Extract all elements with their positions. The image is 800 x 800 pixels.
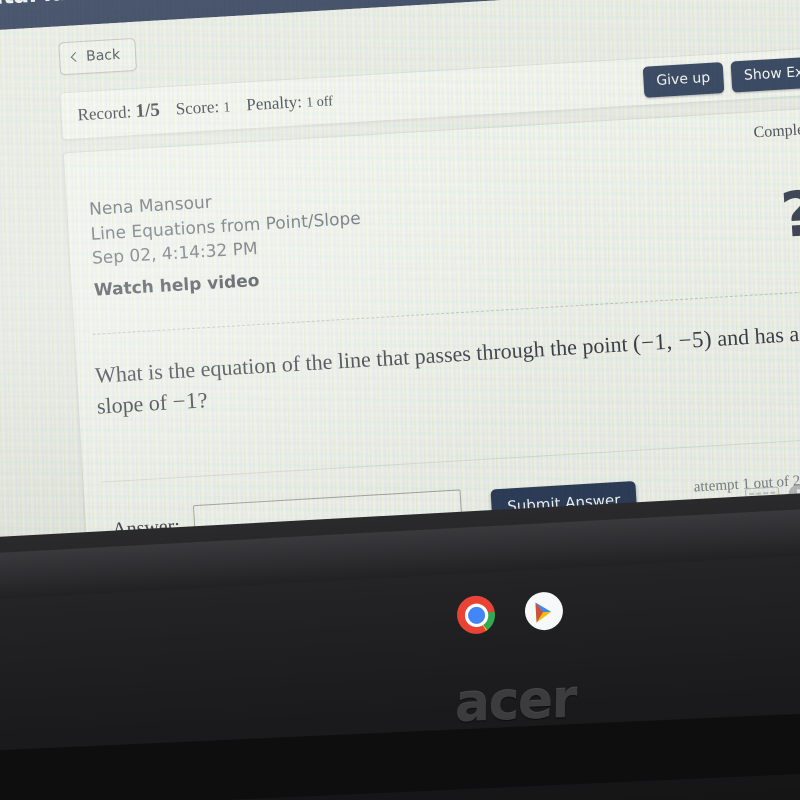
record-label: Record: <box>76 102 132 125</box>
chevron-left-icon <box>70 51 81 62</box>
question-text: What is the equation of the line that pa… <box>94 317 800 422</box>
back-button[interactable]: Back <box>58 37 138 76</box>
show-example-button[interactable]: Show Ex <box>730 56 800 93</box>
complete-status-label: Complete <box>753 120 800 142</box>
question-text-part3: slope of <box>96 389 168 419</box>
question-mark-icon[interactable]: ? <box>779 177 800 252</box>
question-text-part2: and has a <box>716 321 800 351</box>
penalty-value: 1 off <box>305 94 334 111</box>
record-value: 1/5 <box>134 99 161 122</box>
question-slope-value: −1 <box>171 387 199 415</box>
photo-of-chromebook-screen: acer DeltaMath Back <box>0 0 800 800</box>
score-label: Score: <box>175 97 220 119</box>
status-bar-text: Record: 1/5 Score: 1 Penalty: 1 off <box>77 89 333 126</box>
google-play-icon[interactable] <box>523 591 564 632</box>
penalty-label: Penalty: <box>245 92 303 115</box>
problem-meta: Nena Mansour Line Equations from Point/S… <box>89 182 365 303</box>
chrome-icon[interactable] <box>456 594 497 635</box>
question-text-part1: What is the equation of the line that pa… <box>94 331 629 388</box>
back-button-label: Back <box>85 46 121 65</box>
play-triangle-glyph <box>533 601 554 623</box>
top-action-buttons: Give up Show Ex <box>642 56 800 98</box>
app-title: DeltaMath <box>0 0 93 12</box>
question-point-value: (−1, −5) <box>632 326 713 356</box>
give-up-button[interactable]: Give up <box>642 62 725 98</box>
score-value: 1 <box>223 100 231 116</box>
question-text-end: ? <box>197 387 209 413</box>
